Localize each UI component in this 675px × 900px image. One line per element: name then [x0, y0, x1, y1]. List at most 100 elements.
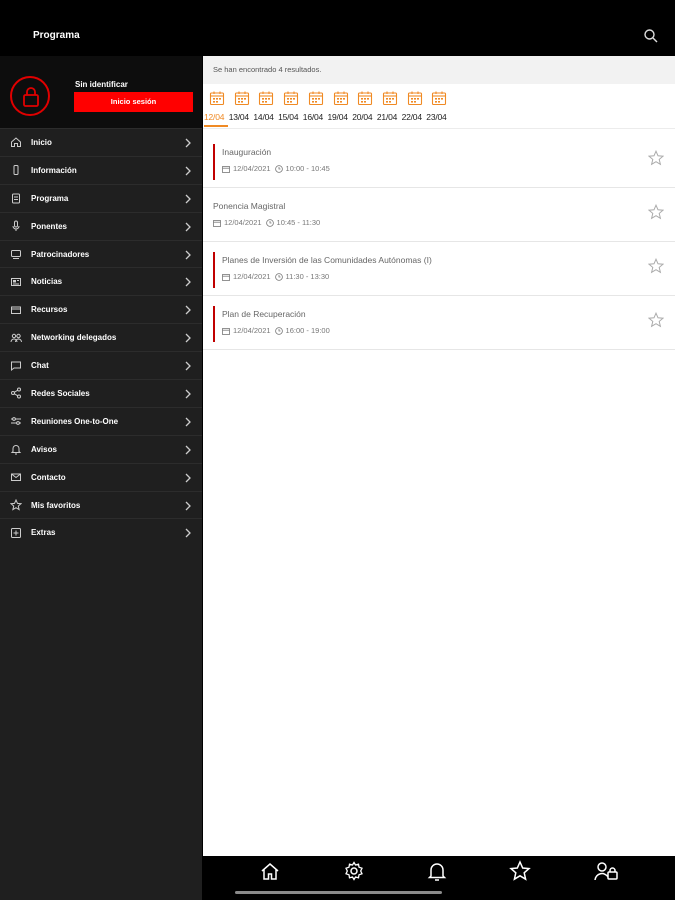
event-item[interactable]: Inauguración 12/04/2021 10:00 - 10:45: [203, 134, 675, 188]
event-date: 12/04/2021: [233, 272, 271, 281]
date-tab-15-04[interactable]: 15/04: [278, 86, 303, 126]
sidebar-menu: Inicio Información Programa Ponentes Pat: [0, 128, 202, 546]
date-tab-12-04[interactable]: 12/04: [204, 86, 229, 127]
event-date: 12/04/2021: [233, 326, 271, 335]
event-time: 10:45 - 11:30: [276, 218, 321, 227]
date-label: 22/04: [401, 112, 422, 122]
chevron-right-icon: [184, 359, 192, 371]
mail-icon: [10, 471, 22, 483]
chevron-right-icon: [184, 248, 192, 260]
sidebar-item-label: Contacto: [31, 472, 66, 482]
event-title: Inauguración: [222, 147, 272, 157]
star-icon[interactable]: [647, 203, 665, 220]
calendar-icon: [407, 90, 423, 106]
sidebar-item-reuniones[interactable]: Reuniones One-to-One: [0, 406, 202, 435]
event-item[interactable]: Planes de Inversión de las Comunidades A…: [203, 242, 675, 296]
sidebar-item-avisos[interactable]: Avisos: [0, 434, 202, 463]
settings-icon[interactable]: [343, 860, 365, 882]
date-tab-16-04[interactable]: 16/04: [303, 86, 328, 126]
chevron-right-icon: [184, 499, 192, 511]
calendar-icon: [357, 90, 373, 106]
clock-icon: [274, 272, 283, 281]
sidebar-item-informacion[interactable]: Información: [0, 155, 202, 184]
chevron-right-icon: [184, 192, 192, 204]
home-icon[interactable]: [259, 860, 281, 882]
calendar-icon: [382, 90, 398, 106]
event-marker: [213, 252, 215, 288]
event-time: 10:00 - 10:45: [285, 164, 330, 173]
app-screen: Programa Sin identificar Inicio sesión I…: [0, 0, 675, 900]
sidebar-item-favoritos[interactable]: Mis favoritos: [0, 490, 202, 519]
lock-icon[interactable]: [10, 76, 50, 116]
resources-icon: [10, 304, 22, 316]
chevron-right-icon: [184, 526, 192, 538]
sidebar-item-noticias[interactable]: Noticias: [0, 267, 202, 295]
info-icon: [10, 164, 22, 176]
chevron-right-icon: [184, 415, 192, 427]
date-label: 19/04: [327, 112, 348, 122]
event-title: Ponencia Magistral: [213, 201, 286, 211]
chevron-right-icon: [184, 471, 192, 483]
chevron-right-icon: [184, 331, 192, 343]
sidebar-item-redes-sociales[interactable]: Redes Sociales: [0, 379, 202, 407]
chevron-right-icon: [184, 220, 192, 232]
active-date-underline: [204, 125, 228, 127]
sidebar-item-networking[interactable]: Networking delegados: [0, 323, 202, 351]
search-icon[interactable]: [643, 28, 659, 44]
bell-icon[interactable]: [426, 860, 448, 882]
share-icon: [10, 387, 22, 399]
calendar-icon: [222, 165, 230, 173]
date-tab-21-04[interactable]: 21/04: [377, 86, 402, 126]
calendar-icon: [431, 90, 447, 106]
people-icon: [10, 332, 22, 344]
user-status: Sin identificar: [75, 80, 128, 89]
calendar-icon: [222, 273, 230, 281]
event-meta: 12/04/2021 16:00 - 19:00: [222, 326, 330, 335]
login-button[interactable]: Inicio sesión: [74, 92, 193, 112]
sidebar-item-contacto[interactable]: Contacto: [0, 462, 202, 491]
calendar-icon: [222, 327, 230, 335]
calendar-icon: [234, 90, 250, 106]
date-label: 14/04: [253, 112, 274, 122]
star-icon[interactable]: [647, 311, 665, 328]
sidebar-item-recursos[interactable]: Recursos: [0, 295, 202, 323]
date-tab-14-04[interactable]: 14/04: [253, 86, 278, 126]
sidebar-item-label: Ponentes: [31, 221, 68, 231]
date-tab-22-04[interactable]: 22/04: [402, 86, 427, 126]
sidebar-item-extras[interactable]: Extras: [0, 518, 202, 546]
plus-box-icon: [10, 527, 22, 539]
sidebar-item-inicio[interactable]: Inicio: [0, 128, 202, 156]
sidebar-item-label: Networking delegados: [31, 333, 117, 343]
star-icon[interactable]: [647, 149, 665, 166]
star-icon[interactable]: [647, 257, 665, 274]
date-label: 21/04: [376, 112, 398, 122]
date-tab-23-04[interactable]: 23/04: [426, 86, 451, 126]
sidebar-item-programa[interactable]: Programa: [0, 183, 202, 212]
sidebar-item-patrocinadores[interactable]: Patrocinadores: [0, 239, 202, 268]
date-label: 23/04: [426, 112, 447, 122]
date-label: 20/04: [352, 112, 373, 122]
sidebar-item-label: Mis favoritos: [31, 500, 81, 510]
sidebar-item-label: Reuniones One-to-One: [31, 416, 119, 426]
event-date: 12/04/2021: [224, 218, 262, 227]
sidebar-item-chat[interactable]: Chat: [0, 351, 202, 379]
sidebar-item-label: Avisos: [31, 444, 57, 454]
sponsors-icon: [10, 248, 22, 260]
program-content: Se han encontrado 4 resultados. 12/04 13/…: [203, 56, 675, 856]
sidebar-item-label: Patrocinadores: [31, 249, 90, 259]
event-item[interactable]: Ponencia Magistral 12/04/2021 10:45 - 11…: [203, 188, 675, 242]
sidebar-item-ponentes[interactable]: Ponentes: [0, 211, 202, 240]
date-label: 13/04: [228, 112, 249, 122]
chevron-right-icon: [184, 164, 192, 176]
date-label: 15/04: [278, 112, 299, 122]
event-item[interactable]: Plan de Recuperación 12/04/2021 16:00 - …: [203, 296, 675, 350]
user-lock-icon[interactable]: [593, 860, 619, 882]
sidebar-item-label: Redes Sociales: [31, 388, 90, 398]
clock-icon: [274, 164, 283, 173]
star-icon[interactable]: [509, 860, 531, 882]
date-tab-13-04[interactable]: 13/04: [229, 86, 254, 126]
calendar-icon: [213, 219, 221, 227]
calendar-icon: [258, 90, 274, 106]
date-tab-19-04[interactable]: 19/04: [328, 86, 353, 126]
date-tab-20-04[interactable]: 20/04: [352, 86, 377, 126]
